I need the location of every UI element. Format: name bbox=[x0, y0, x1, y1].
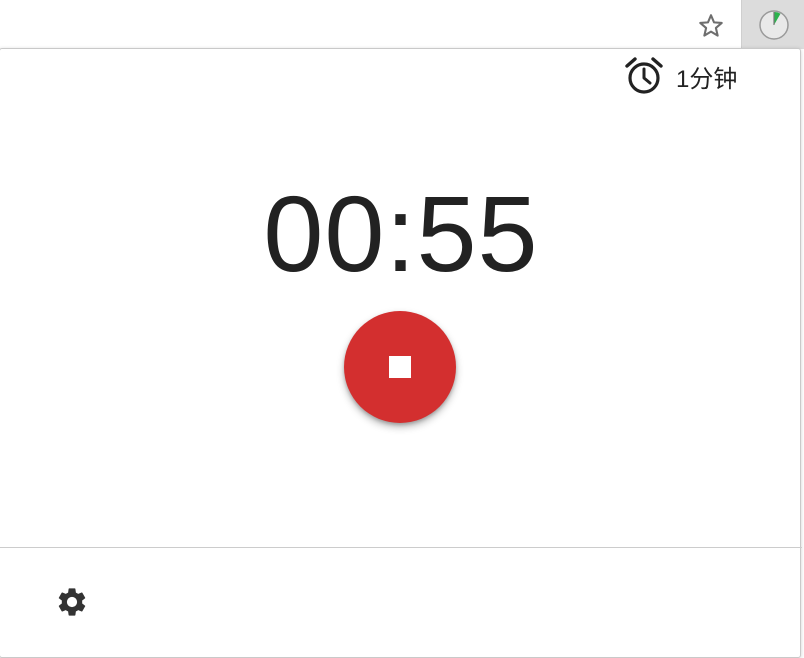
bookmark-star-button[interactable] bbox=[695, 10, 727, 42]
browser-toolbar bbox=[0, 0, 804, 50]
duration-label: 1分钟 bbox=[676, 66, 738, 93]
timer-display: 00:55 bbox=[263, 173, 539, 294]
footer-divider bbox=[0, 547, 802, 548]
star-outline-icon bbox=[699, 14, 723, 37]
gear-icon bbox=[58, 588, 86, 616]
duration-selector[interactable]: 1分钟 bbox=[624, 56, 737, 96]
timer-extension-button[interactable] bbox=[741, 0, 804, 49]
timer-progress-icon bbox=[758, 9, 789, 40]
stop-button[interactable] bbox=[344, 311, 456, 423]
settings-button[interactable] bbox=[52, 582, 92, 622]
stop-icon bbox=[389, 356, 411, 378]
alarm-clock-icon bbox=[625, 57, 663, 94]
timer-popup: 1分钟 00:55 bbox=[0, 48, 802, 658]
